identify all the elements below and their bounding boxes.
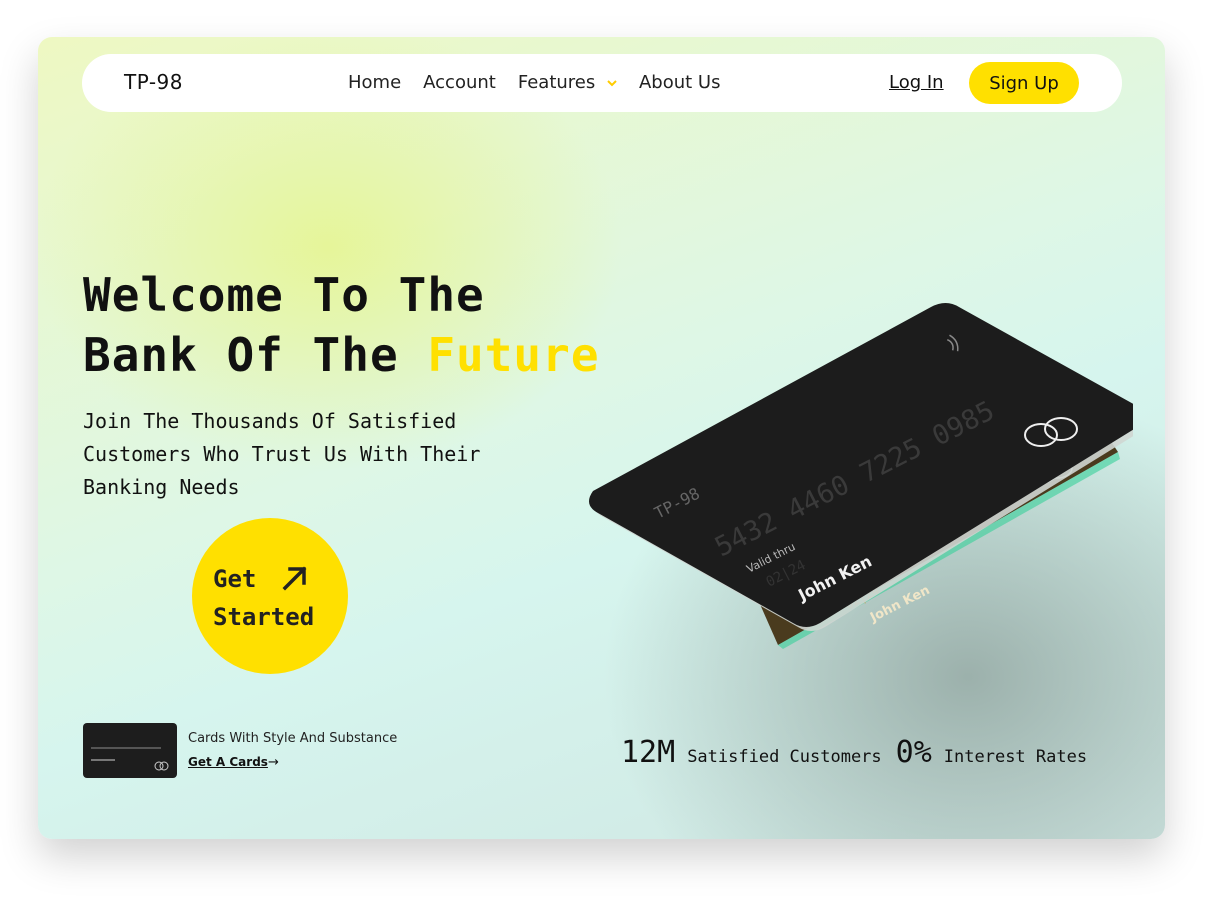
card-thumbnail[interactable] <box>83 723 177 778</box>
signup-button[interactable]: Sign Up <box>969 62 1079 104</box>
nav-account[interactable]: Account <box>423 72 496 93</box>
nav-about[interactable]: About Us <box>639 72 721 93</box>
arrow-up-right-icon <box>282 566 307 591</box>
nav-home[interactable]: Home <box>348 72 401 93</box>
hero-subhead: Join The Thousands Of Satisfied Customer… <box>83 409 481 499</box>
stats-row: 12M Satisfied Customers 0% Interest Rate… <box>621 735 1101 770</box>
headline-line2: Bank Of The Future <box>83 325 600 385</box>
front-card: TP-98 5432 4460 7225 0985 Valid thru 02|… <box>589 303 1133 631</box>
nav-links: Home Account Features About Us <box>348 72 720 93</box>
stat-interest-label: Interest Rates <box>943 747 1088 767</box>
nav-features-label: Features <box>517 72 596 93</box>
stat-interest-value: 0% <box>895 735 932 770</box>
stat-customers-value: 12M <box>621 735 676 770</box>
landing-page: TP-98 Home Account Features About Us Log… <box>38 37 1165 839</box>
login-link[interactable]: Log In <box>889 72 944 93</box>
nav-features[interactable]: Features <box>518 72 617 93</box>
hero-headline: Welcome To The Bank Of The Future <box>83 265 600 385</box>
headline-line1: Welcome To The <box>83 268 485 322</box>
headline-line2-prefix: Bank Of The <box>83 328 428 382</box>
get-cards-link[interactable]: Get A Cards <box>188 755 268 769</box>
arrow-right-icon: → <box>268 755 279 770</box>
cta-line2: Started <box>213 603 315 631</box>
chevron-down-icon <box>607 80 617 87</box>
promo-title: Cards With Style And Substance <box>188 731 398 746</box>
signup-label: Sign Up <box>989 72 1059 94</box>
stat-customers-label: Satisfied Customers <box>687 747 882 767</box>
logo[interactable]: TP-98 <box>124 70 183 94</box>
get-started-button[interactable]: Get Started <box>192 518 348 674</box>
card-thumbnail-art <box>91 747 169 771</box>
navbar: TP-98 Home Account Features About Us Log… <box>82 54 1122 112</box>
credit-card-illustration: 02|24 John Ken TP-98 5432 4460 7225 0985… <box>589 303 1133 649</box>
